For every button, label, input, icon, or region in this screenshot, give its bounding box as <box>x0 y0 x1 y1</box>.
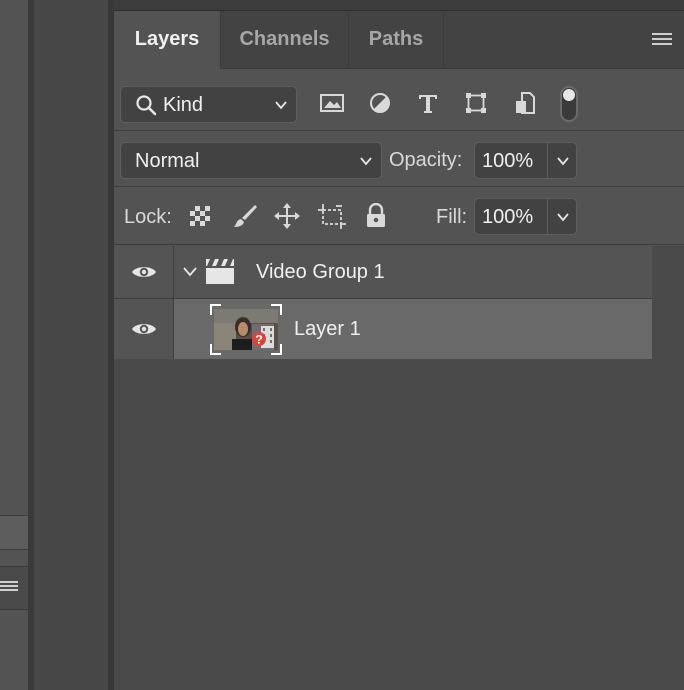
layer-row-layer-1[interactable]: ? Layer 1 <box>114 299 652 359</box>
blend-mode-value: Normal <box>135 150 200 172</box>
chevron-down-icon <box>360 157 372 166</box>
blend-row: Normal Opacity: 100% <box>114 131 684 187</box>
blend-mode-dropdown[interactable]: Normal <box>120 142 382 179</box>
fill-label: Fill: <box>436 206 468 228</box>
lock-label: Lock: <box>124 206 172 228</box>
svg-text:?: ? <box>255 333 262 347</box>
tab-paths[interactable]: Paths <box>349 11 444 68</box>
fill-value[interactable]: 100% <box>482 206 533 229</box>
toggle-knob <box>563 89 575 101</box>
type-filter-icon[interactable] <box>413 86 443 120</box>
tab-layers[interactable]: Layers <box>114 11 221 69</box>
panel-tabs: Layers Channels Paths <box>114 11 684 69</box>
middle-dock-column <box>34 0 108 690</box>
layer-name-video-group[interactable]: Video Group 1 <box>256 261 385 284</box>
lock-artboard-icon[interactable] <box>318 202 346 230</box>
chevron-down-icon[interactable] <box>182 265 198 279</box>
layers-panel: Layers Channels Paths Kind Normal Opacit… <box>114 0 684 690</box>
layer-name-layer-1[interactable]: Layer 1 <box>294 318 361 341</box>
lock-all-icon[interactable] <box>362 202 390 230</box>
chevron-down-icon[interactable] <box>556 154 570 168</box>
adjustment-filter-icon[interactable] <box>365 86 395 120</box>
layer-thumbnail[interactable]: ? <box>210 304 282 355</box>
hamburger-icon[interactable] <box>652 33 672 48</box>
eye-icon <box>131 324 156 334</box>
shape-filter-icon[interactable] <box>461 86 491 120</box>
search-icon <box>136 95 157 116</box>
smart-object-filter-icon[interactable] <box>510 86 540 120</box>
layers-list: Video Group 1 ? Layer 1 <box>114 246 684 690</box>
filter-kind-label: Kind <box>163 94 204 116</box>
lock-row: Lock: Fill: 100% <box>114 187 684 245</box>
opacity-value[interactable]: 100% <box>482 150 533 173</box>
layer-row-video-group[interactable]: Video Group 1 <box>114 246 652 299</box>
chevron-down-icon <box>275 101 287 110</box>
left-panel-header <box>0 566 28 610</box>
panel-top-bar <box>114 0 684 11</box>
left-dock-panel <box>0 0 28 690</box>
chevron-down-icon[interactable] <box>556 210 570 224</box>
lock-transparent-pixels-icon[interactable] <box>186 202 214 230</box>
collapsed-panel-strip[interactable] <box>0 515 28 550</box>
lock-image-pixels-icon[interactable] <box>231 202 259 230</box>
opacity-label: Opacity: <box>389 149 463 171</box>
left-panel-menu-icon[interactable] <box>0 581 18 593</box>
filter-toggle-switch[interactable] <box>560 86 578 122</box>
lock-position-icon[interactable] <box>273 202 301 230</box>
visibility-toggle[interactable] <box>114 299 174 359</box>
tab-channels[interactable]: Channels <box>221 11 349 68</box>
video-group-clapper-icon <box>206 259 234 284</box>
visibility-toggle[interactable] <box>114 246 174 298</box>
filter-kind-dropdown[interactable]: Kind <box>120 86 297 123</box>
filter-row: Kind <box>114 69 684 131</box>
fill-field[interactable]: 100% <box>474 198 577 235</box>
image-filter-icon[interactable] <box>317 86 347 120</box>
opacity-field[interactable]: 100% <box>474 142 577 179</box>
eye-icon <box>131 267 156 277</box>
